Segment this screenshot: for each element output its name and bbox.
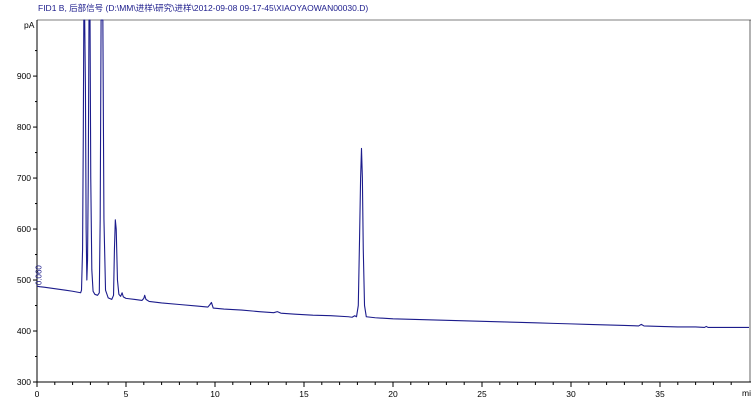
x-axis-label: min [742, 388, 751, 398]
y-tick-label-900: 900 [17, 71, 31, 81]
series-line-0 [36, 19, 749, 328]
plot-frame [36, 19, 751, 383]
x-tick-label-0: 0 [35, 389, 40, 399]
y-ticks: 300 400 500 600 700 800 900 [17, 50, 37, 387]
series-group [36, 19, 749, 328]
y-tick-label-400: 400 [17, 326, 31, 336]
chart-title: FID1 B, 后部信号 (D:\MM\进样\研究\进样\2012-09-08 … [38, 3, 368, 13]
x-tick-label-30: 30 [566, 389, 576, 399]
y-tick-label-700: 700 [17, 173, 31, 183]
y-tick-label-800: 800 [17, 122, 31, 132]
x-tick-label-35: 35 [655, 389, 665, 399]
x-tick-label-25: 25 [477, 389, 487, 399]
x-tick-label-20: 20 [388, 389, 398, 399]
y-tick-label-300: 300 [17, 377, 31, 387]
annotation-0: 0.060 [34, 265, 43, 286]
annotations: 0.060 [34, 265, 43, 286]
x-tick-label-10: 10 [210, 389, 220, 399]
x-tick-label-15: 15 [299, 389, 309, 399]
y-axis-label: pA [24, 20, 35, 30]
x-ticks: 0 5 10 15 20 25 30 35 [35, 382, 732, 399]
x-tick-label-5: 5 [124, 389, 129, 399]
chromatogram-chart: FID1 B, 后部信号 (D:\MM\进样\研究\进样\2012-09-08 … [17, 3, 751, 399]
y-tick-label-600: 600 [17, 224, 31, 234]
y-tick-label-500: 500 [17, 275, 31, 285]
